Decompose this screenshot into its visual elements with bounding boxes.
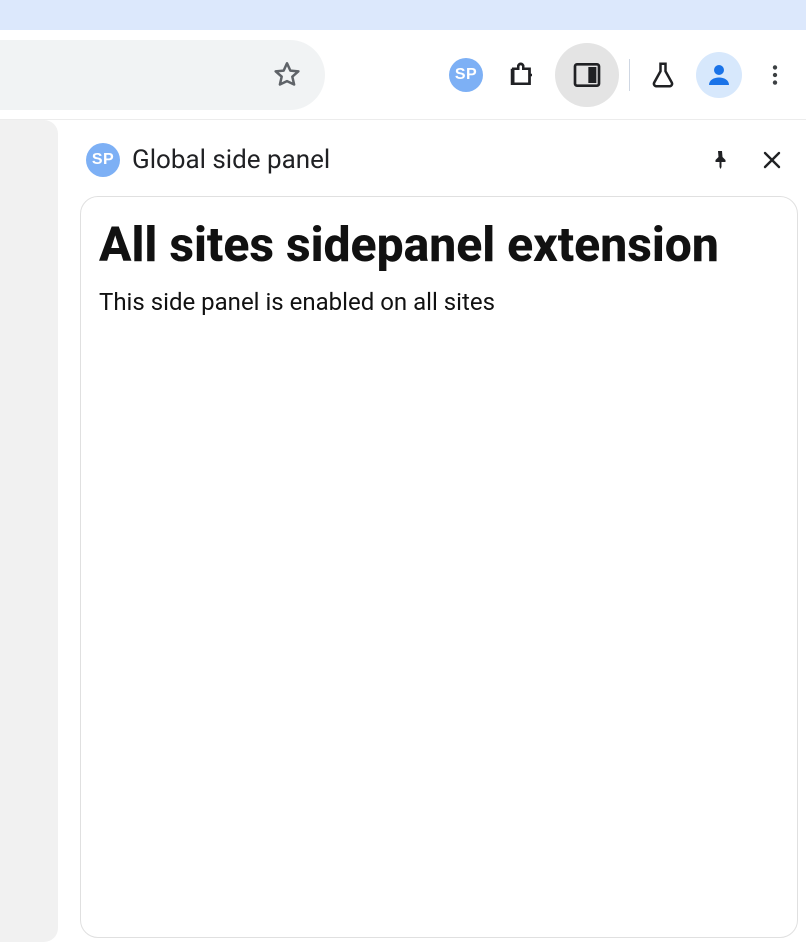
browser-tab-strip (0, 0, 806, 30)
browser-toolbar: SP (0, 30, 806, 120)
close-side-panel-button[interactable] (752, 140, 792, 180)
sidepanel-heading: All sites sidepanel extension (99, 217, 779, 272)
star-icon (272, 60, 302, 90)
side-panel-area: SP Global side panel All sites sidepanel… (58, 120, 806, 942)
side-panel-badge-icon: SP (86, 143, 120, 177)
page-background-sliver (0, 120, 58, 942)
pin-icon (708, 148, 732, 172)
extensions-button[interactable] (499, 52, 545, 98)
address-bar-end[interactable] (0, 40, 325, 110)
side-panel-button[interactable] (555, 43, 619, 107)
sidepanel-description: This side panel is enabled on all sites (99, 288, 779, 316)
side-panel-title: Global side panel (132, 145, 330, 175)
kebab-menu-icon (762, 62, 788, 88)
labs-button[interactable] (640, 52, 686, 98)
side-panel-icon (571, 59, 603, 91)
pin-button[interactable] (700, 140, 740, 180)
person-icon (704, 60, 734, 90)
sp-badge-icon: SP (449, 58, 483, 92)
flask-icon (648, 60, 678, 90)
toolbar-separator (629, 59, 630, 91)
close-icon (760, 148, 784, 172)
puzzle-icon (507, 60, 537, 90)
bookmark-star-button[interactable] (267, 55, 307, 95)
chrome-menu-button[interactable] (752, 52, 798, 98)
profile-button[interactable] (696, 52, 742, 98)
side-panel-body: All sites sidepanel extension This side … (80, 196, 798, 938)
content-row: SP Global side panel All sites sidepanel… (0, 120, 806, 942)
extension-sp-button[interactable]: SP (443, 52, 489, 98)
side-panel-header: SP Global side panel (80, 128, 798, 192)
